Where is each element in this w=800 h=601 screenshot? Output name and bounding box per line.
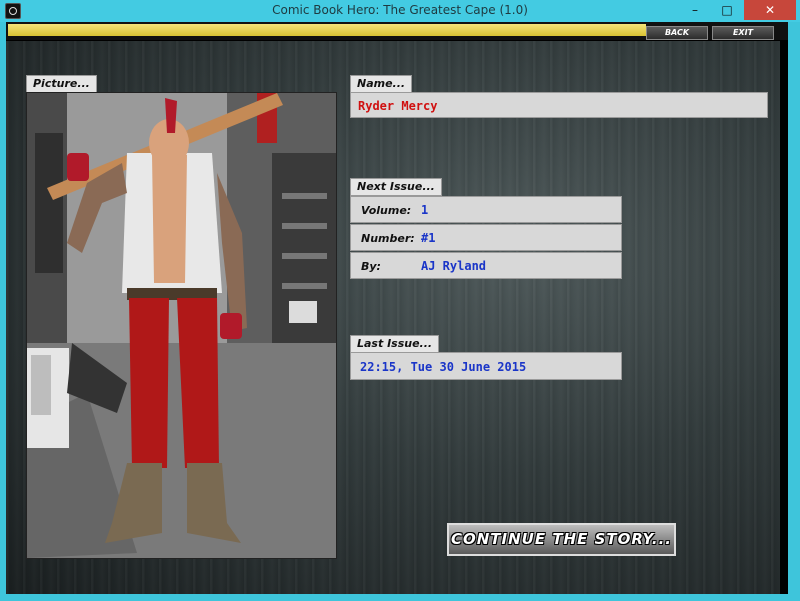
header-bar xyxy=(8,24,646,36)
minimize-button[interactable]: – xyxy=(680,0,710,20)
number-key: Number: xyxy=(361,232,415,245)
back-button[interactable]: BACK xyxy=(646,26,708,40)
next-issue-label: Next Issue... xyxy=(350,178,442,196)
close-button[interactable]: ✕ xyxy=(744,0,796,20)
name-label: Name... xyxy=(350,75,413,93)
next-issue-panel: Volume: 1 Number: #1 By: AJ Ryland xyxy=(350,196,622,280)
top-strip: BACK EXIT xyxy=(6,22,788,41)
hero-portrait-image xyxy=(26,92,337,559)
hero-name-field: Ryder Mercy xyxy=(350,92,768,118)
right-border xyxy=(780,40,788,594)
issue-row-volume: Volume: 1 xyxy=(350,196,622,223)
last-issue-label: Last Issue... xyxy=(350,335,440,353)
game-screen: BACK EXIT Picture... Name... Ryder Mercy… xyxy=(6,22,788,594)
volume-value: 1 xyxy=(421,203,429,217)
author-key: By: xyxy=(361,260,381,273)
number-value: #1 xyxy=(421,231,436,245)
maximize-button[interactable]: □ xyxy=(712,0,742,20)
window-title-bar: Comic Book Hero: The Greatest Cape (1.0)… xyxy=(0,0,800,22)
continue-story-button[interactable]: CONTINUE THE STORY... xyxy=(447,523,676,556)
picture-label: Picture... xyxy=(26,75,97,93)
volume-key: Volume: xyxy=(361,204,412,217)
issue-row-by: By: AJ Ryland xyxy=(350,252,622,279)
issue-row-number: Number: #1 xyxy=(350,224,622,251)
exit-button[interactable]: EXIT xyxy=(712,26,774,40)
author-value: AJ Ryland xyxy=(421,259,487,273)
last-issue-field: 22:15, Tue 30 June 2015 xyxy=(350,352,622,380)
